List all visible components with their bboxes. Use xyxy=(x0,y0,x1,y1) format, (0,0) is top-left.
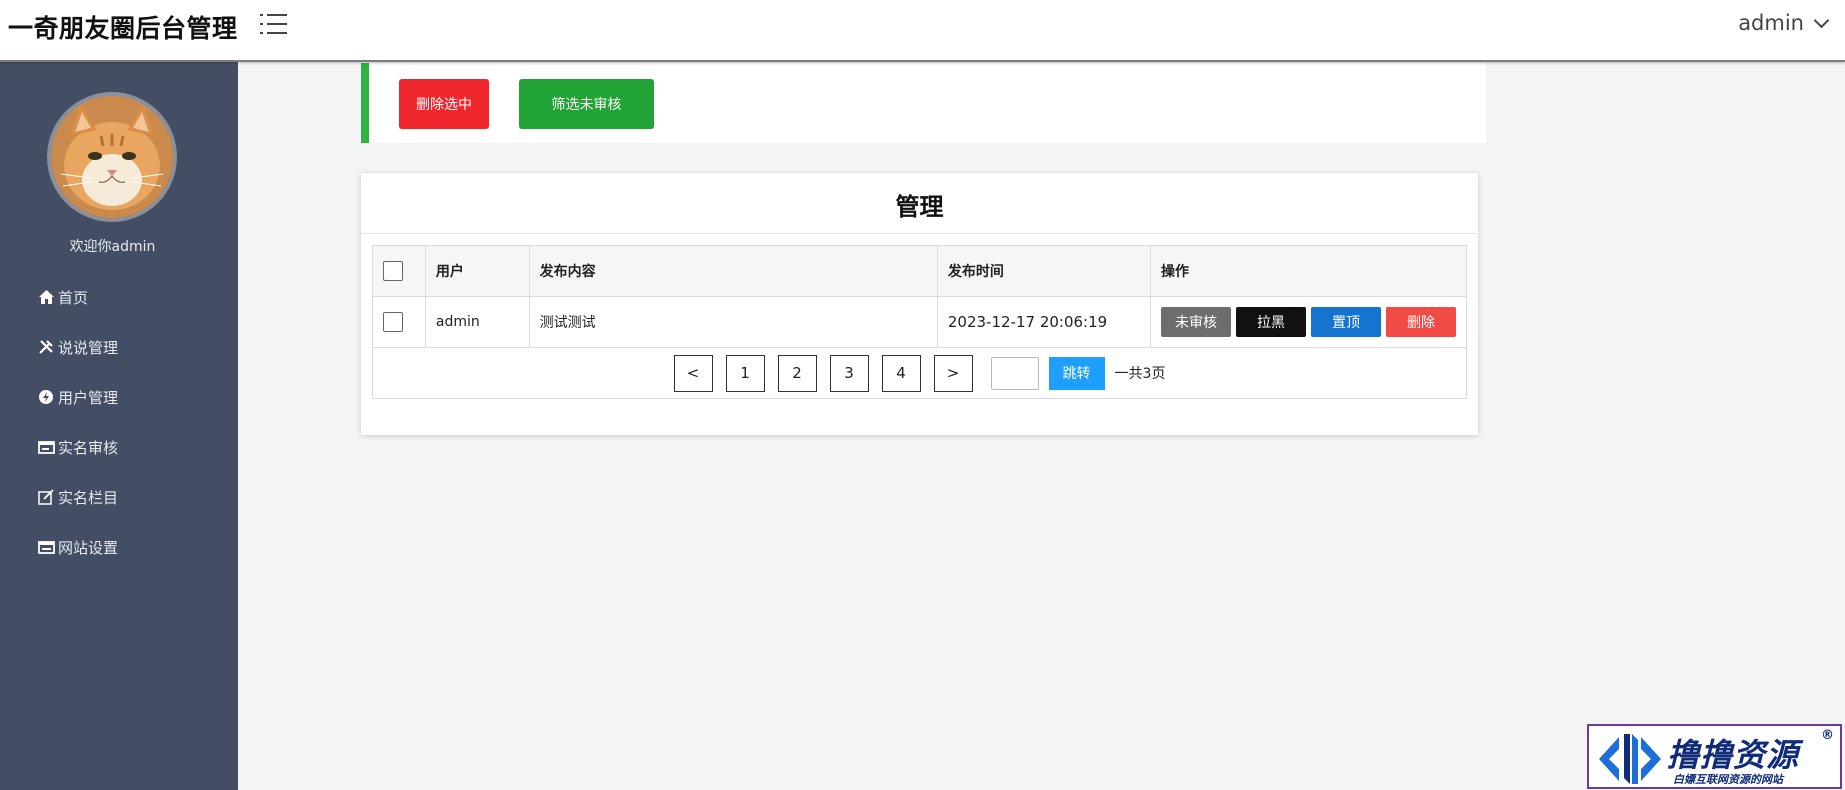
sidebar-item-home[interactable]: 首页 xyxy=(38,272,118,322)
total-pages-text: 一共3页 xyxy=(1114,366,1166,382)
window-icon xyxy=(38,539,56,555)
filter-unreviewed-button[interactable]: 筛选未审核 xyxy=(519,79,654,129)
posts-table: 用户 发布内容 发布时间 操作 admin 测试测试 2023-12-17 20… xyxy=(372,245,1467,399)
sidebar-item-label: 说说管理 xyxy=(58,338,119,357)
panel-title: 管理 xyxy=(895,193,944,221)
page-button-4[interactable]: 4 xyxy=(881,354,921,392)
cell-time: 2023-12-17 20:06:19 xyxy=(936,296,1152,348)
management-panel: 管理 用户 发布内容 发布时间 操作 admin 测试测试 2023-12-17… xyxy=(361,173,1478,435)
tools-icon xyxy=(38,339,56,355)
welcome-text: 欢迎你admin xyxy=(69,239,156,255)
page-button-1[interactable]: 1 xyxy=(725,354,765,392)
sidebar-item-posts[interactable]: 说说管理 xyxy=(38,322,118,372)
watermark-title: 撸撸资源 xyxy=(1667,736,1800,774)
pagination-row: < 1 2 3 4 > 跳转 一共3页 xyxy=(372,347,1467,399)
sidebar-item-verify[interactable]: 实名审核 xyxy=(38,422,118,472)
column-header-content: 发布内容 xyxy=(528,245,938,297)
select-all-checkbox[interactable] xyxy=(383,261,403,281)
avatar xyxy=(47,92,177,222)
delete-button[interactable]: 删除 xyxy=(1386,307,1456,337)
chevron-down-icon xyxy=(1813,12,1830,28)
sidebar-nav: 首页 说说管理 用户管理 实名审核 实名栏目 网站设置 xyxy=(38,272,118,572)
top-header: 一奇朋友圈后台管理 admin xyxy=(0,0,1845,62)
sidebar-item-label: 用户管理 xyxy=(58,388,119,407)
registered-mark: ® xyxy=(1821,728,1834,743)
sidebar-item-settings[interactable]: 网站设置 xyxy=(38,522,118,572)
cell-user: admin xyxy=(424,296,530,348)
app-title: 一奇朋友圈后台管理 xyxy=(8,14,238,43)
cat-photo-icon xyxy=(51,96,173,218)
delete-selected-button[interactable]: 删除选中 xyxy=(399,79,489,129)
sidebar-item-label: 实名栏目 xyxy=(58,488,119,507)
logo-icon xyxy=(1599,734,1661,784)
user-gear-icon xyxy=(38,389,56,405)
column-header-user: 用户 xyxy=(424,245,530,297)
column-header-actions: 操作 xyxy=(1150,245,1467,297)
page-jump-input[interactable] xyxy=(990,356,1039,390)
id-card-icon xyxy=(38,439,56,455)
table-header-row: 用户 发布内容 发布时间 操作 xyxy=(372,245,1467,297)
sidebar-item-users[interactable]: 用户管理 xyxy=(38,372,118,422)
user-menu[interactable]: admin xyxy=(1738,11,1830,35)
jump-button[interactable]: 跳转 xyxy=(1048,356,1105,390)
home-icon xyxy=(38,289,56,305)
sidebar-item-label: 网站设置 xyxy=(58,538,119,557)
watermark-subtitle: 白嫖互联网资源的网站 xyxy=(1673,773,1783,786)
sidebar-item-label: 实名审核 xyxy=(58,438,119,457)
next-page-button[interactable]: > xyxy=(933,354,973,392)
sidebar-item-label: 首页 xyxy=(58,288,89,307)
row-actions: 未审核 拉黑 置顶 删除 xyxy=(1161,307,1456,337)
page-button-2[interactable]: 2 xyxy=(777,354,817,392)
menu-toggle-icon[interactable] xyxy=(260,12,288,36)
pin-button[interactable]: 置顶 xyxy=(1311,307,1381,337)
table-row: admin 测试测试 2023-12-17 20:06:19 未审核 拉黑 置顶… xyxy=(372,296,1467,348)
username: admin xyxy=(1738,11,1804,35)
edit-icon xyxy=(38,489,56,505)
page-button-3[interactable]: 3 xyxy=(829,354,869,392)
pagination: < 1 2 3 4 > 跳转 一共3页 xyxy=(383,354,1456,392)
watermark-logo: 撸撸资源 ® 白嫖互联网资源的网站 xyxy=(1587,724,1842,789)
divider xyxy=(361,233,1478,234)
sidebar: 欢迎你admin 首页 说说管理 用户管理 实名审核 实名栏目 网站设置 xyxy=(0,62,238,790)
prev-page-button[interactable]: < xyxy=(673,354,713,392)
cell-content: 测试测试 xyxy=(528,296,938,348)
blacklist-button[interactable]: 拉黑 xyxy=(1236,307,1306,337)
action-toolbar: 删除选中 筛选未审核 xyxy=(361,63,1486,143)
unreviewed-button[interactable]: 未审核 xyxy=(1161,307,1231,337)
column-header-time: 发布时间 xyxy=(936,245,1152,297)
row-checkbox[interactable] xyxy=(383,312,403,332)
sidebar-item-columns[interactable]: 实名栏目 xyxy=(38,472,118,522)
